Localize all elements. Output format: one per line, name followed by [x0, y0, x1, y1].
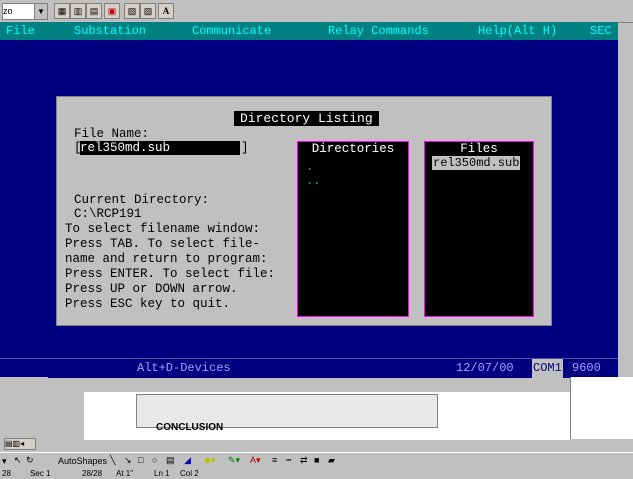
menu-relay-commands[interactable]: Relay Commands [328, 22, 429, 40]
file-name-label: File Name: [74, 127, 150, 141]
dash-style-icon[interactable]: ┅ [286, 455, 291, 466]
word-toolbar: zo ▼ ▦ ▥ ▤ ▣ ▧ ▨ A [0, 0, 633, 23]
menu-sec[interactable]: SEC [590, 22, 612, 40]
rotate-icon[interactable]: ↻ [26, 455, 34, 466]
files-title: Files [425, 142, 533, 156]
status-bar: Alt+D-Devices 12/07/00 COM1 9600 [0, 358, 618, 378]
status-baud: 9600 [572, 361, 601, 375]
directory-item[interactable]: .. [306, 174, 320, 188]
font-color-button[interactable]: A [158, 3, 174, 19]
view-buttons[interactable]: ▤▥◂ [4, 438, 36, 450]
line-color-icon[interactable]: ✎▾ [228, 455, 240, 466]
zoom-combo-value: zo [3, 6, 13, 16]
fill-color-icon[interactable]: ◆▾ [204, 455, 215, 466]
directories-title: Directories [298, 142, 408, 156]
pointer-icon[interactable]: ↖ [14, 455, 22, 466]
zoom-combo[interactable]: zo ▼ [2, 3, 48, 20]
instruction-line: Press ENTER. To select file: [65, 267, 276, 281]
textbox-icon[interactable]: ▤ [166, 455, 175, 466]
files-list[interactable]: Files rel350md.sub [424, 141, 534, 317]
excel-icon[interactable]: ▤ [86, 3, 102, 19]
dialog-title: Directory Listing [234, 111, 379, 126]
status-pages: 28/28 [82, 469, 103, 478]
directory-item[interactable]: . [306, 160, 313, 174]
drawing-icon[interactable]: ▨ [140, 3, 156, 19]
oval-icon[interactable]: ○ [152, 455, 157, 465]
file-name-input[interactable]: rel350md.sub [80, 141, 240, 155]
picture-icon[interactable]: ▣ [104, 3, 120, 19]
status-page: 28 [2, 469, 11, 478]
columns-icon[interactable]: ▥ [70, 3, 86, 19]
arrow-style-icon[interactable]: ⇄ [300, 455, 308, 466]
conclusion-heading: CONCLUSION [156, 422, 224, 433]
instruction-line: Press TAB. To select file- [65, 237, 261, 251]
word-status-bar: 28 Sec 1 28/28 At 1" Ln 1 Col 2 [0, 469, 633, 479]
dos-window: File Substation Communicate Relay Comman… [0, 22, 618, 378]
rectangle-icon[interactable]: □ [138, 455, 143, 465]
status-at: At 1" [116, 469, 134, 478]
line-icon[interactable]: ╲ [110, 455, 115, 466]
menu-bar: File Substation Communicate Relay Comman… [0, 22, 618, 40]
directories-list[interactable]: Directories . .. [297, 141, 409, 317]
current-dir-value: C:\RCP191 [74, 207, 142, 221]
instruction-line: Press UP or DOWN arrow. [65, 282, 238, 296]
document-margin-right [570, 377, 633, 439]
status-port: COM1 [532, 359, 563, 378]
menu-communicate[interactable]: Communicate [192, 22, 271, 40]
current-dir-label: Current Directory: [74, 193, 210, 207]
status-hint: Alt+D-Devices [137, 361, 231, 375]
chevron-down-icon[interactable]: ▼ [34, 4, 47, 19]
document-page: CONCLUSION [84, 392, 570, 440]
font-color-icon[interactable]: A▾ [250, 455, 261, 466]
drawing-toolbar: ▾ ↖ ↻ AutoShapes ╲ ↘ □ ○ ▤ ◢ ◆▾ ✎▾ A▾ ≡ … [0, 452, 633, 470]
file-name-bracket-right: ] [241, 141, 249, 155]
arrow-icon[interactable]: ↘ [124, 455, 132, 466]
line-style-icon[interactable]: ≡ [272, 455, 277, 465]
wordart-icon[interactable]: ◢ [184, 455, 191, 466]
3d-icon[interactable]: ▰ [328, 455, 335, 466]
directory-dialog: Directory Listing File Name: [ rel350md.… [56, 96, 552, 326]
shadow-icon[interactable]: ■ [314, 455, 319, 465]
status-date: 12/07/00 [456, 361, 514, 375]
status-line: Ln 1 [154, 469, 170, 478]
status-column: Col 2 [180, 469, 199, 478]
instruction-line: Press ESC key to quit. [65, 297, 231, 311]
instruction-line: name and return to program: [65, 252, 268, 266]
word-left-margin: ▤▥◂ [0, 377, 48, 450]
autoshapes-menu[interactable]: AutoShapes [58, 456, 107, 466]
menu-help[interactable]: Help(Alt H) [478, 22, 557, 40]
table-icon[interactable]: ▦ [54, 3, 70, 19]
instruction-line: To select filename window: [65, 222, 261, 236]
file-item[interactable]: rel350md.sub [432, 156, 521, 170]
status-section: Sec 1 [30, 469, 51, 478]
menu-substation[interactable]: Substation [74, 22, 146, 40]
menu-file[interactable]: File [6, 22, 35, 40]
chart-icon[interactable]: ▧ [124, 3, 140, 19]
draw-menu[interactable]: ▾ [2, 456, 7, 467]
